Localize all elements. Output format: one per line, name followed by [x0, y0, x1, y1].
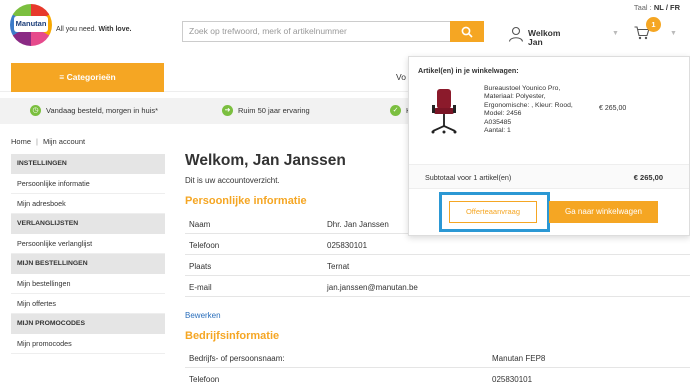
cart-popup-title: Artikel(en) in je winkelwagen: [418, 66, 519, 75]
usp-item: ➜ Ruim 50 jaar ervaring [222, 105, 310, 116]
go-to-cart-button[interactable]: Ga naar winkelwagen [549, 201, 658, 223]
page-title: Welkom, Jan Janssen [185, 152, 346, 169]
page-subtitle: Dit is uw accountoverzicht. [185, 176, 280, 185]
table-row: Plaats Ternat [185, 255, 690, 276]
table-row: Bedrijfs- of persoonsnaam: Manutan FEP8 [185, 347, 690, 368]
sidebar-item-promocodes[interactable]: Mijn promocodes [11, 334, 165, 354]
usp-item: ◷ Vandaag besteld, morgen in huis* [30, 105, 158, 116]
arrow-right-icon: ➜ [222, 105, 233, 116]
cart-count-badge[interactable]: 1 [646, 17, 661, 32]
chevron-down-icon[interactable]: ▼ [612, 30, 619, 37]
user-greeting-line2: Jan [528, 37, 543, 47]
product-price: € 265,00 [599, 105, 627, 112]
product-image[interactable] [429, 87, 459, 135]
tagline-bold: With love. [98, 26, 132, 33]
row-key: Naam [189, 220, 211, 229]
user-icon[interactable] [508, 26, 524, 42]
tagline-prefix: All you need. [56, 26, 97, 33]
row-value: Ternat [327, 262, 350, 271]
row-value: jan.janssen@manutan.be [327, 283, 418, 292]
user-greeting[interactable]: Welkom Jan [528, 29, 560, 47]
table-row: E-mail jan.janssen@manutan.be [185, 276, 690, 297]
nav-item[interactable]: Vo [396, 72, 406, 82]
sidebar-heading: MIJN PROMOCODES [11, 314, 165, 334]
sidebar-heading: MIJN BESTELLINGEN [11, 254, 165, 274]
sidebar-item-address-book[interactable]: Mijn adresboek [11, 194, 165, 214]
product-description[interactable]: Bureaustoel Younico Pro, Materiaal: Poly… [484, 85, 573, 135]
product-line: Bureaustoel Younico Pro, [484, 85, 561, 92]
product-line: Aantal: 1 [484, 127, 511, 135]
check-icon: ✓ [390, 105, 401, 116]
row-key: Telefoon [189, 241, 220, 250]
categories-button[interactable]: ≡ Categorieën [11, 63, 164, 92]
product-line: Ergonomische: , Kleur: Rood, [484, 101, 573, 109]
row-value: Dhr. Jan Janssen [327, 220, 389, 229]
language-options[interactable]: NL / FR [654, 3, 680, 12]
table-row: Telefoon 025830101 [185, 368, 690, 388]
breadcrumb-home[interactable]: Home [11, 137, 31, 146]
chevron-down-icon[interactable]: ▼ [670, 30, 677, 37]
clock-icon: ◷ [30, 105, 41, 116]
breadcrumb-current: Mijn account [42, 137, 86, 146]
edit-link[interactable]: Bewerken [185, 311, 221, 320]
sidebar-item-wishlist[interactable]: Persoonlijke verlanglijst [11, 234, 165, 254]
language-switch[interactable]: Taal : NL / FR [634, 3, 680, 12]
row-value: 025830101 [492, 375, 533, 384]
breadcrumb: Home | Mijn account [11, 137, 86, 146]
usp-label: Vandaag besteld, morgen in huis* [46, 106, 159, 115]
section-title-company: Bedrijfsinformatie [185, 330, 280, 342]
header: Manutan All you need. With love. Taal : … [0, 0, 690, 62]
usp-label: Ruim 50 jaar ervaring [238, 106, 310, 115]
row-key: Telefoon [189, 375, 220, 384]
section-title-personal: Persoonlijke informatie [185, 195, 307, 207]
sidebar-item-quotes[interactable]: Mijn offertes [11, 294, 165, 314]
language-label: Taal : [633, 3, 652, 12]
product-line: Model: 2456 [484, 110, 522, 118]
cart-subtotal: Subtotaal voor 1 artikel(en) € 265,00 [409, 164, 689, 189]
row-key: Bedrijfs- of persoonsnaam: [189, 354, 285, 363]
subtotal-label: Subtotaal voor 1 artikel(en) [425, 173, 512, 182]
cart-popup: Artikel(en) in je winkelwagen: Bureausto… [408, 56, 690, 236]
product-line: Materiaal: Polyester, [484, 93, 546, 101]
table-row: Telefoon 025830101 [185, 234, 690, 255]
manutan-logo[interactable]: Manutan [10, 4, 52, 46]
sidebar-item-orders[interactable]: Mijn bestellingen [11, 274, 165, 294]
sidebar-heading: VERLANGLIJSTEN [11, 214, 165, 234]
sidebar-item-personal-info[interactable]: Persoonlijke informatie [11, 174, 165, 194]
logo-text: Manutan [14, 16, 48, 32]
search-input[interactable]: Zoek op trefwoord, merk of artikelnummer [182, 21, 450, 42]
sidebar-heading: INSTELLINGEN [11, 154, 165, 174]
product-line: A035485 [484, 118, 512, 126]
subtotal-value: € 265,00 [633, 173, 663, 182]
search-icon [461, 26, 473, 38]
quote-request-button[interactable]: Offerteaanvraag [449, 201, 537, 223]
row-key: Plaats [189, 262, 212, 271]
tagline: All you need. With love. [56, 26, 131, 33]
row-value: 025830101 [327, 241, 368, 250]
row-key: E-mail [189, 283, 212, 292]
row-value: Manutan FEP8 [492, 354, 546, 363]
search-button[interactable] [450, 21, 484, 42]
account-sidebar: INSTELLINGEN Persoonlijke informatie Mij… [11, 154, 165, 354]
